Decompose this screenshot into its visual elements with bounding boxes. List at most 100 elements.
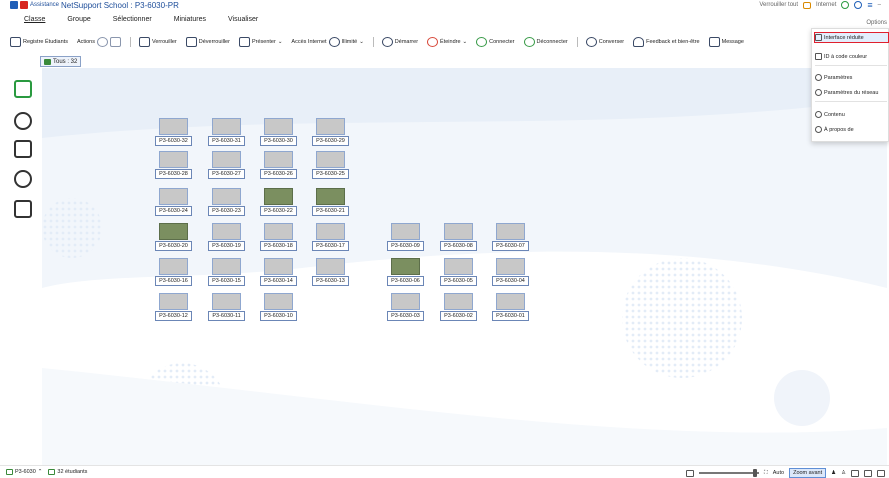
student-tile[interactable]: P3-6030-22 xyxy=(260,188,297,218)
student-thumbnail[interactable] xyxy=(159,293,188,310)
student-tile[interactable]: P3-6030-08 xyxy=(440,223,477,253)
student-tile[interactable]: P3-6030-16 xyxy=(155,258,192,288)
student-tile[interactable]: P3-6030-11 xyxy=(208,293,245,323)
actions-button[interactable]: Actions xyxy=(77,37,121,47)
connect-button[interactable]: Connecter xyxy=(476,37,515,47)
zoom-slider[interactable] xyxy=(698,469,759,477)
student-thumbnail[interactable] xyxy=(444,258,473,275)
student-tile[interactable]: P3-6030-32 xyxy=(155,118,192,148)
student-tile[interactable]: P3-6030-07 xyxy=(492,223,529,253)
student-thumbnail[interactable] xyxy=(212,223,241,240)
classroom-view-icon[interactable] xyxy=(14,80,32,98)
reduced-interface-item[interactable]: Interface réduite xyxy=(814,32,889,43)
register-button[interactable]: Registre Étudiants xyxy=(10,37,68,47)
student-thumbnail[interactable] xyxy=(212,188,241,205)
student-tile[interactable]: P3-6030-02 xyxy=(440,293,477,323)
student-thumbnail[interactable] xyxy=(212,258,241,275)
start-button[interactable]: Démarrer xyxy=(381,37,418,47)
student-tile[interactable]: P3-6030-10 xyxy=(260,293,297,323)
content-item[interactable]: Contenu xyxy=(815,109,889,120)
student-thumbnail[interactable] xyxy=(264,223,293,240)
options-label[interactable]: Options xyxy=(866,20,887,26)
student-thumbnail[interactable] xyxy=(212,293,241,310)
student-thumbnail[interactable] xyxy=(391,223,420,240)
student-thumbnail[interactable] xyxy=(159,223,188,240)
student-thumbnail[interactable] xyxy=(316,188,345,205)
student-tile[interactable]: P3-6030-20 xyxy=(155,223,192,253)
student-thumbnail[interactable] xyxy=(316,223,345,240)
student-tile[interactable]: P3-6030-05 xyxy=(440,258,477,288)
message-button[interactable]: Message xyxy=(708,37,744,47)
grid-view-icon[interactable] xyxy=(864,469,872,477)
shutdown-button[interactable]: Éteindre ⌄ xyxy=(427,37,467,47)
assistance-icon[interactable] xyxy=(20,1,28,9)
auto-label[interactable]: Auto xyxy=(773,470,784,476)
lock-button[interactable]: Verrouiller xyxy=(139,37,177,47)
student-thumbnail[interactable] xyxy=(391,293,420,310)
chart-view-icon[interactable] xyxy=(14,170,32,188)
present-button[interactable]: Présenter ⌄ xyxy=(238,37,282,47)
application-view-icon[interactable] xyxy=(14,140,32,158)
student-tile[interactable]: P3-6030-14 xyxy=(260,258,297,288)
classroom-canvas[interactable]: P3-6030-32 P3-6030-31 P3-6030-30 P3-6030-29… xyxy=(42,68,887,465)
student-thumbnail[interactable] xyxy=(159,188,188,205)
lock-icon[interactable] xyxy=(803,1,812,9)
student-tile[interactable]: P3-6030-01 xyxy=(492,293,529,323)
internet-access-button[interactable]: Accès Internet Illimité ⌄ xyxy=(291,37,364,47)
student-tile[interactable]: P3-6030-09 xyxy=(387,223,424,253)
student-tile[interactable]: P3-6030-13 xyxy=(312,258,349,288)
student-thumbnail[interactable] xyxy=(264,188,293,205)
student-thumbnail[interactable] xyxy=(212,118,241,135)
student-thumbnail[interactable] xyxy=(264,293,293,310)
chat-button[interactable]: Converser xyxy=(585,37,624,47)
menu-visualiser[interactable]: Visualiser xyxy=(228,16,258,23)
student-tile[interactable]: P3-6030-04 xyxy=(492,258,529,288)
printer-view-icon[interactable] xyxy=(14,200,32,218)
student-tile[interactable]: P3-6030-23 xyxy=(208,188,245,218)
student-tile[interactable]: P3-6030-27 xyxy=(208,151,245,181)
about-item[interactable]: À propos de xyxy=(815,124,889,135)
student-thumbnail[interactable] xyxy=(264,118,293,135)
disconnect-button[interactable]: Déconnecter xyxy=(523,37,568,47)
student-tile[interactable]: P3-6030-28 xyxy=(155,151,192,181)
zoom-slider-handle[interactable] xyxy=(752,469,757,477)
student-tile[interactable]: P3-6030-26 xyxy=(260,151,297,181)
student-tile[interactable]: P3-6030-18 xyxy=(260,223,297,253)
student-thumbnail[interactable] xyxy=(496,258,525,275)
student-tile[interactable]: P3-6030-25 xyxy=(312,151,349,181)
student-tile[interactable]: P3-6030-29 xyxy=(312,118,349,148)
student-tile[interactable]: P3-6030-06 xyxy=(387,258,424,288)
student-thumbnail[interactable] xyxy=(496,293,525,310)
menu-classe[interactable]: Classe xyxy=(24,16,45,23)
student-thumbnail[interactable] xyxy=(316,151,345,168)
student-tile[interactable]: P3-6030-24 xyxy=(155,188,192,218)
parameters-item[interactable]: Paramètres xyxy=(815,72,889,83)
color-id-item[interactable]: ID à code couleur xyxy=(815,51,889,62)
student-thumbnail[interactable] xyxy=(159,258,188,275)
internet-label[interactable]: Internet xyxy=(816,2,836,8)
menu-miniatures[interactable]: Miniatures xyxy=(174,16,206,23)
student-thumbnail[interactable] xyxy=(159,151,188,168)
zoom-in-button[interactable]: Zoom avant xyxy=(789,468,827,478)
student-tile[interactable]: P3-6030-21 xyxy=(312,188,349,218)
student-thumbnail[interactable] xyxy=(316,118,345,135)
group-icon[interactable]: ♙ xyxy=(841,470,846,476)
room-selector[interactable]: P3-6030 ⌃ xyxy=(6,469,42,475)
student-thumbnail[interactable] xyxy=(159,118,188,135)
student-thumbnail[interactable] xyxy=(264,258,293,275)
minimize-icon[interactable]: – xyxy=(878,2,881,8)
screen-icon[interactable] xyxy=(851,469,859,477)
student-thumbnail[interactable] xyxy=(212,151,241,168)
hamburger-menu-icon[interactable]: ≡ xyxy=(867,0,872,10)
check-circle-icon[interactable] xyxy=(841,1,850,9)
tab-all-students[interactable]: Tous : 32 xyxy=(40,56,82,67)
feedback-button[interactable]: Feedback et bien-être xyxy=(633,37,700,47)
menu-groupe[interactable]: Groupe xyxy=(67,16,90,23)
student-thumbnail[interactable] xyxy=(316,258,345,275)
person-icon[interactable]: ♟ xyxy=(831,470,836,476)
student-thumbnail[interactable] xyxy=(391,258,420,275)
student-tile[interactable]: P3-6030-12 xyxy=(155,293,192,323)
student-thumbnail[interactable] xyxy=(444,223,473,240)
student-tile[interactable]: P3-6030-31 xyxy=(208,118,245,148)
assistance-label[interactable]: Assistance xyxy=(30,2,59,8)
